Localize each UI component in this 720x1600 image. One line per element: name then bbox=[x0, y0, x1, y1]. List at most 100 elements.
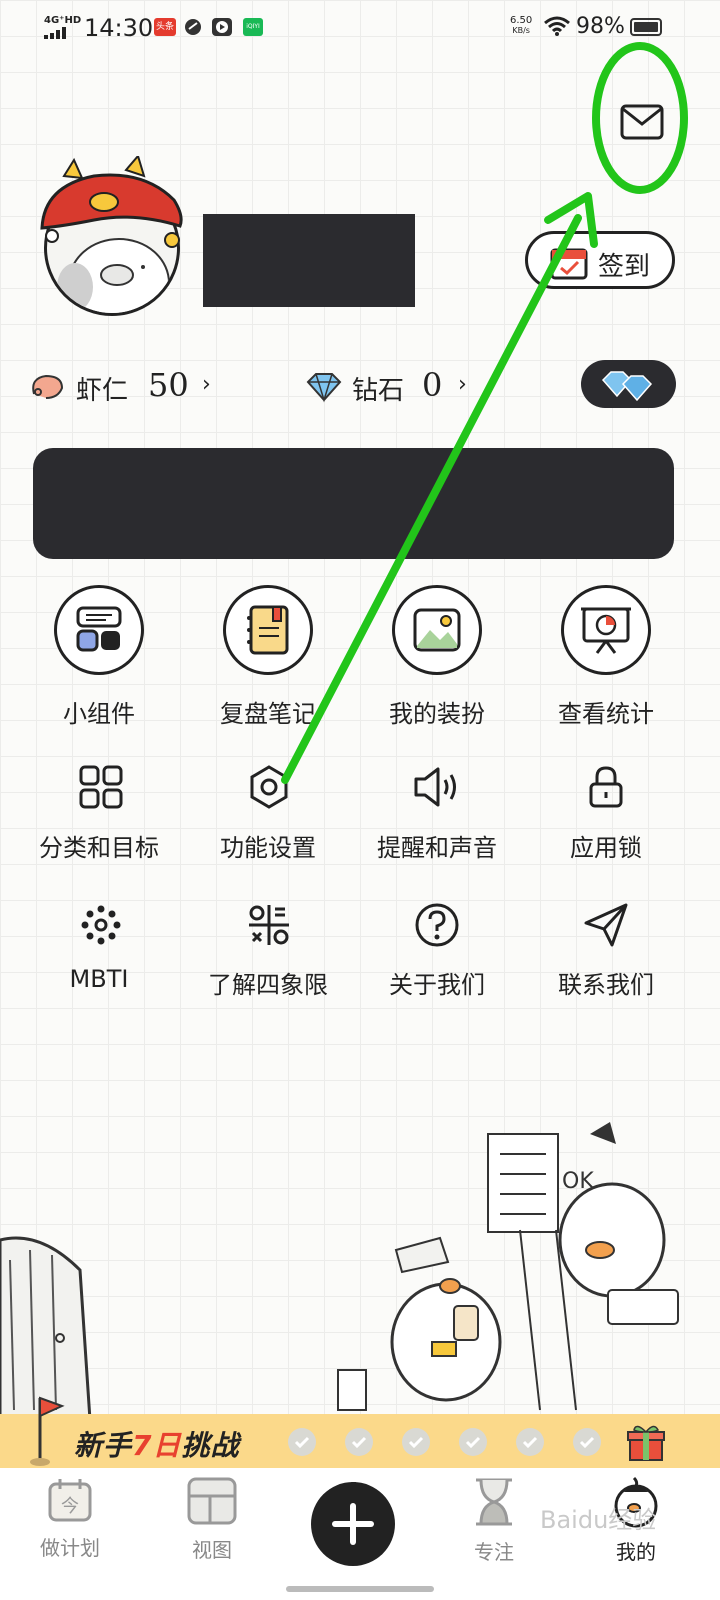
check-icon bbox=[579, 1436, 595, 1449]
about-us-label: 关于我们 bbox=[389, 971, 485, 999]
feature-notes-label: 复盘笔记 bbox=[220, 700, 316, 728]
reminder-sound-label: 提醒和声音 bbox=[377, 834, 497, 862]
checkin-label: 签到 bbox=[598, 252, 651, 282]
layout-icon bbox=[187, 1477, 237, 1525]
challenge-prefix: 新手 bbox=[74, 1429, 133, 1462]
shrimp-chevron-icon[interactable]: › bbox=[202, 372, 211, 397]
category-goals-button[interactable] bbox=[74, 760, 128, 814]
calendar-check-icon bbox=[550, 248, 588, 280]
username-redacted bbox=[203, 214, 415, 307]
shrimp-value[interactable]: 50 bbox=[148, 366, 189, 404]
calendar-icon-text: 今 bbox=[61, 1496, 79, 1517]
function-settings-button[interactable] bbox=[242, 760, 296, 814]
picture-icon bbox=[413, 608, 461, 652]
quadrant-icon bbox=[249, 905, 289, 945]
nav-plan[interactable]: 今 做计划 bbox=[0, 1476, 140, 1561]
challenge-step bbox=[288, 1428, 316, 1456]
nav-view-label: 视图 bbox=[192, 1538, 232, 1562]
shrimp-icon bbox=[32, 374, 64, 399]
network-indicator: 4G⁺HD bbox=[44, 15, 82, 26]
checkin-button[interactable]: 签到 bbox=[525, 231, 675, 289]
hourglass-icon bbox=[476, 1478, 512, 1526]
challenge-highlight: 7日 bbox=[132, 1429, 182, 1462]
feature-notes-button[interactable] bbox=[223, 585, 313, 675]
signal-icon bbox=[44, 27, 66, 39]
promo-banner-redacted[interactable] bbox=[33, 448, 674, 559]
check-icon bbox=[522, 1436, 538, 1449]
mbti-button[interactable] bbox=[74, 898, 128, 952]
video-app-icon bbox=[212, 18, 232, 36]
diamond-shop-button[interactable] bbox=[581, 360, 676, 408]
quadrant-label: 了解四象限 bbox=[208, 971, 328, 999]
nav-focus-label: 专注 bbox=[474, 1540, 514, 1564]
mbti-label: MBTI bbox=[69, 965, 129, 993]
feature-stats-label: 查看统计 bbox=[558, 700, 654, 728]
speaker-icon bbox=[414, 767, 456, 807]
feature-widget-button[interactable] bbox=[54, 585, 144, 675]
calendar-icon: 今 bbox=[48, 1479, 92, 1522]
flag-icon bbox=[30, 1396, 65, 1466]
home-indicator[interactable] bbox=[286, 1586, 434, 1592]
toutiao-app-icon: 头条 bbox=[154, 18, 176, 36]
app-lock-label: 应用锁 bbox=[570, 834, 642, 862]
nav-plan-label: 做计划 bbox=[40, 1536, 100, 1560]
nav-view[interactable]: 视图 bbox=[142, 1476, 282, 1563]
challenge-suffix: 挑战 bbox=[181, 1429, 240, 1462]
category-goals-label: 分类和目标 bbox=[39, 834, 159, 862]
diamond-label[interactable]: 钻石 bbox=[352, 370, 404, 407]
ducks-illustration: OK bbox=[0, 1122, 679, 1420]
challenge-step bbox=[573, 1428, 601, 1456]
status-bar: 4G⁺HD 14:30 头条 iQIYI 6.50 KB/s 98% bbox=[0, 0, 720, 56]
challenge-title: 新手7日挑战 bbox=[74, 1424, 240, 1464]
app-lock-button[interactable] bbox=[579, 760, 633, 814]
presentation-chart-icon bbox=[581, 607, 631, 654]
check-icon bbox=[408, 1436, 424, 1449]
check-icon bbox=[465, 1436, 481, 1449]
envelope-icon bbox=[620, 104, 664, 140]
diamond-value[interactable]: 0 bbox=[422, 366, 442, 404]
battery-icon bbox=[630, 18, 662, 36]
notebook-icon bbox=[247, 605, 289, 655]
check-icon bbox=[351, 1436, 367, 1449]
dragon-hat-decoration bbox=[40, 156, 183, 248]
feature-widget-label: 小组件 bbox=[63, 700, 135, 728]
function-settings-label: 功能设置 bbox=[220, 834, 316, 862]
dots-flower-icon bbox=[81, 905, 121, 945]
baidu-watermark: Baidu经验 bbox=[540, 1506, 657, 1534]
reminder-sound-button[interactable] bbox=[410, 760, 464, 814]
check-icon bbox=[294, 1436, 310, 1449]
plus-icon bbox=[332, 1481, 374, 1545]
paper-plane-icon bbox=[584, 903, 628, 947]
network-speed: 6.50 KB/s bbox=[510, 16, 532, 36]
feature-dressup-button[interactable] bbox=[392, 585, 482, 675]
challenge-step bbox=[459, 1428, 487, 1456]
shrimp-label[interactable]: 虾仁 bbox=[76, 370, 128, 407]
newbie-challenge-bar[interactable]: 新手7日挑战 bbox=[0, 1396, 720, 1468]
clock: 14:30 bbox=[84, 14, 154, 42]
diamond-icon bbox=[306, 373, 342, 403]
contact-us-label: 联系我们 bbox=[558, 971, 654, 999]
contact-us-button[interactable] bbox=[579, 898, 633, 952]
iqiyi-app-icon: iQIYI bbox=[243, 18, 263, 36]
feature-stats-button[interactable] bbox=[561, 585, 651, 675]
speed-value: 6.50 bbox=[510, 15, 533, 26]
challenge-step bbox=[402, 1428, 430, 1456]
add-button[interactable] bbox=[311, 1481, 395, 1566]
sync-app-icon bbox=[185, 19, 201, 35]
gems-icon bbox=[601, 371, 653, 402]
quadrant-button[interactable] bbox=[242, 898, 296, 952]
nav-mine-label: 我的 bbox=[616, 1540, 656, 1564]
challenge-step bbox=[345, 1428, 373, 1456]
speed-unit: KB/s bbox=[512, 26, 530, 35]
battery-percent: 98% bbox=[576, 14, 625, 39]
gift-icon bbox=[627, 1425, 665, 1461]
wifi-icon bbox=[544, 16, 570, 36]
mail-button[interactable] bbox=[612, 96, 668, 146]
about-us-button[interactable] bbox=[410, 898, 464, 952]
question-icon bbox=[415, 903, 459, 947]
grid-icon bbox=[79, 765, 123, 809]
widget-icon bbox=[76, 606, 122, 652]
lock-icon bbox=[589, 766, 623, 808]
feature-dressup-label: 我的装扮 bbox=[389, 700, 485, 728]
diamond-chevron-icon[interactable]: › bbox=[458, 372, 467, 397]
